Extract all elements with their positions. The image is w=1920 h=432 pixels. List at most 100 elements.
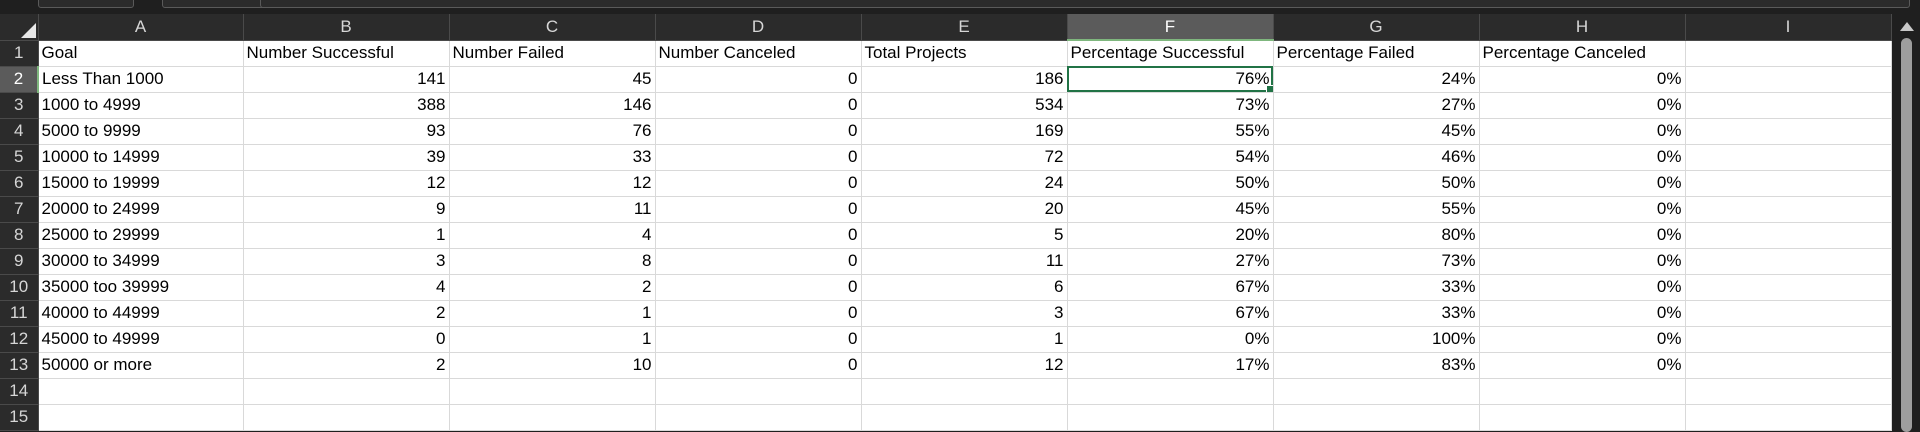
- cell-a10[interactable]: 35000 too 39999: [38, 274, 244, 301]
- cell-i11[interactable]: [1685, 300, 1892, 327]
- cell-h15[interactable]: [1479, 404, 1686, 431]
- cell-h3[interactable]: 0%: [1479, 92, 1686, 119]
- cell-e2[interactable]: 186: [861, 66, 1068, 93]
- cell-d15[interactable]: [655, 404, 862, 431]
- cell-a5[interactable]: 10000 to 14999: [38, 144, 244, 171]
- cell-h10[interactable]: 0%: [1479, 274, 1686, 301]
- cell-h11[interactable]: 0%: [1479, 300, 1686, 327]
- cell-d12[interactable]: 0: [655, 326, 862, 353]
- row-header-2[interactable]: 2: [0, 66, 39, 93]
- cell-f7[interactable]: 45%: [1067, 196, 1274, 223]
- column-header-h[interactable]: H: [1479, 14, 1686, 41]
- cell-f2[interactable]: 76%: [1067, 66, 1274, 93]
- cell-a1[interactable]: Goal: [38, 40, 244, 67]
- cell-c12[interactable]: 1: [449, 326, 656, 353]
- cell-d1[interactable]: Number Canceled: [655, 40, 862, 67]
- cell-f5[interactable]: 54%: [1067, 144, 1274, 171]
- cell-h12[interactable]: 0%: [1479, 326, 1686, 353]
- cell-b5[interactable]: 39: [243, 144, 450, 171]
- cell-c2[interactable]: 45: [449, 66, 656, 93]
- cell-f6[interactable]: 50%: [1067, 170, 1274, 197]
- cell-c5[interactable]: 33: [449, 144, 656, 171]
- cell-g12[interactable]: 100%: [1273, 326, 1480, 353]
- cell-i8[interactable]: [1685, 222, 1892, 249]
- cell-e12[interactable]: 1: [861, 326, 1068, 353]
- cell-f11[interactable]: 67%: [1067, 300, 1274, 327]
- cell-b13[interactable]: 2: [243, 352, 450, 379]
- cell-c13[interactable]: 10: [449, 352, 656, 379]
- cell-g13[interactable]: 83%: [1273, 352, 1480, 379]
- cell-g11[interactable]: 33%: [1273, 300, 1480, 327]
- cell-c4[interactable]: 76: [449, 118, 656, 145]
- scroll-up-arrow-icon[interactable]: [1900, 22, 1914, 31]
- cell-d13[interactable]: 0: [655, 352, 862, 379]
- column-header-c[interactable]: C: [449, 14, 656, 41]
- cell-a15[interactable]: [38, 404, 244, 431]
- cell-a12[interactable]: 45000 to 49999: [38, 326, 244, 353]
- column-header-e[interactable]: E: [861, 14, 1068, 41]
- cell-e5[interactable]: 72: [861, 144, 1068, 171]
- row-header-14[interactable]: 14: [0, 378, 39, 405]
- cell-f14[interactable]: [1067, 378, 1274, 405]
- row-header-5[interactable]: 5: [0, 144, 39, 171]
- cell-b8[interactable]: 1: [243, 222, 450, 249]
- cell-a9[interactable]: 30000 to 34999: [38, 248, 244, 275]
- cell-a7[interactable]: 20000 to 24999: [38, 196, 244, 223]
- cell-f8[interactable]: 20%: [1067, 222, 1274, 249]
- cell-i2[interactable]: [1685, 66, 1892, 93]
- cell-h13[interactable]: 0%: [1479, 352, 1686, 379]
- cell-e8[interactable]: 5: [861, 222, 1068, 249]
- cell-c8[interactable]: 4: [449, 222, 656, 249]
- cell-g3[interactable]: 27%: [1273, 92, 1480, 119]
- cell-i6[interactable]: [1685, 170, 1892, 197]
- cell-g7[interactable]: 55%: [1273, 196, 1480, 223]
- column-header-f[interactable]: F: [1067, 14, 1274, 41]
- cell-i9[interactable]: [1685, 248, 1892, 275]
- cell-i10[interactable]: [1685, 274, 1892, 301]
- cell-e4[interactable]: 169: [861, 118, 1068, 145]
- cell-a4[interactable]: 5000 to 9999: [38, 118, 244, 145]
- cell-c1[interactable]: Number Failed: [449, 40, 656, 67]
- cell-f15[interactable]: [1067, 404, 1274, 431]
- cell-b1[interactable]: Number Successful: [243, 40, 450, 67]
- cell-g14[interactable]: [1273, 378, 1480, 405]
- cell-b3[interactable]: 388: [243, 92, 450, 119]
- cell-c7[interactable]: 11: [449, 196, 656, 223]
- cell-a14[interactable]: [38, 378, 244, 405]
- cell-a6[interactable]: 15000 to 19999: [38, 170, 244, 197]
- cell-d9[interactable]: 0: [655, 248, 862, 275]
- row-header-10[interactable]: 10: [0, 274, 39, 301]
- cell-h9[interactable]: 0%: [1479, 248, 1686, 275]
- scrollbar-thumb[interactable]: [1901, 38, 1912, 432]
- row-header-15[interactable]: 15: [0, 404, 39, 431]
- cell-e11[interactable]: 3: [861, 300, 1068, 327]
- cell-i7[interactable]: [1685, 196, 1892, 223]
- cell-g5[interactable]: 46%: [1273, 144, 1480, 171]
- fill-handle[interactable]: [1265, 84, 1272, 91]
- cell-d14[interactable]: [655, 378, 862, 405]
- cell-f10[interactable]: 67%: [1067, 274, 1274, 301]
- cell-i12[interactable]: [1685, 326, 1892, 353]
- cell-f1[interactable]: Percentage Successful: [1067, 40, 1274, 67]
- cell-b14[interactable]: [243, 378, 450, 405]
- cell-c9[interactable]: 8: [449, 248, 656, 275]
- cell-i13[interactable]: [1685, 352, 1892, 379]
- row-header-1[interactable]: 1: [0, 40, 39, 67]
- cell-e6[interactable]: 24: [861, 170, 1068, 197]
- cell-a11[interactable]: 40000 to 44999: [38, 300, 244, 327]
- column-header-b[interactable]: B: [243, 14, 450, 41]
- cell-e7[interactable]: 20: [861, 196, 1068, 223]
- cell-b9[interactable]: 3: [243, 248, 450, 275]
- cell-g15[interactable]: [1273, 404, 1480, 431]
- column-header-g[interactable]: G: [1273, 14, 1480, 41]
- cell-i15[interactable]: [1685, 404, 1892, 431]
- cell-d2[interactable]: 0: [655, 66, 862, 93]
- cell-f9[interactable]: 27%: [1067, 248, 1274, 275]
- cell-i3[interactable]: [1685, 92, 1892, 119]
- cell-e14[interactable]: [861, 378, 1068, 405]
- row-header-7[interactable]: 7: [0, 196, 39, 223]
- cell-f12[interactable]: 0%: [1067, 326, 1274, 353]
- row-header-3[interactable]: 3: [0, 92, 39, 119]
- cell-f3[interactable]: 73%: [1067, 92, 1274, 119]
- cell-e13[interactable]: 12: [861, 352, 1068, 379]
